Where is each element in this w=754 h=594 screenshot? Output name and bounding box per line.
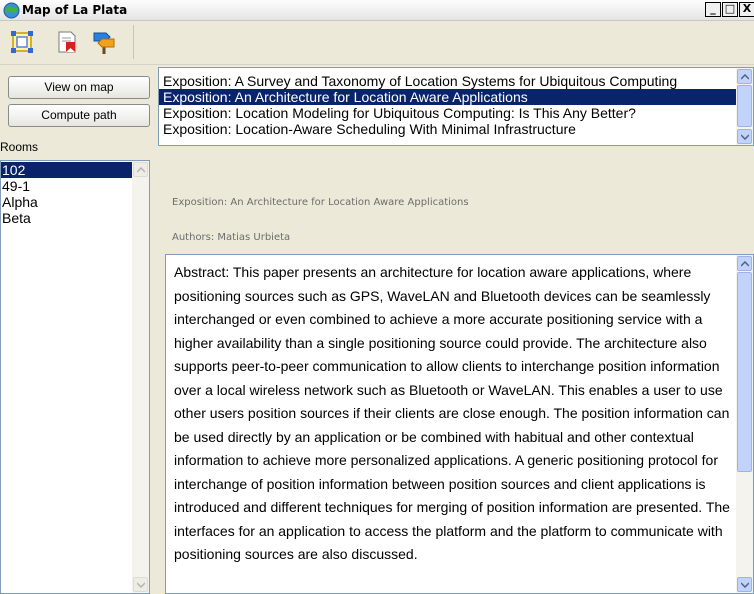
scroll-thumb[interactable] (737, 85, 752, 127)
chevron-down-icon (741, 134, 749, 140)
globe-icon (3, 2, 20, 19)
view-on-map-button[interactable]: View on map (8, 76, 150, 99)
exposition-list[interactable]: Exposition: A Survey and Taxonomy of Loc… (158, 67, 754, 146)
room-item-49-1[interactable]: 49-1 (1, 178, 133, 194)
scroll-down-button[interactable] (133, 577, 148, 592)
authors-line: Authors: Matias Urbieta (172, 232, 291, 243)
abstract-text: Abstract: This paper presents an archite… (174, 264, 730, 562)
minimize-button[interactable]: _ (705, 2, 721, 17)
scroll-down-button[interactable] (737, 577, 752, 592)
window-title: Map of La Plata (22, 3, 128, 17)
room-item-102[interactable]: 102 (1, 162, 133, 178)
chevron-down-icon (741, 582, 749, 588)
exposition-item[interactable]: Exposition: Location Modeling for Ubiqui… (159, 105, 737, 121)
chevron-down-icon (137, 582, 145, 588)
exposition-item-selected[interactable]: Exposition: An Architecture for Location… (159, 89, 737, 105)
room-item-beta[interactable]: Beta (1, 210, 133, 226)
exposition-scrollbar[interactable] (736, 68, 753, 145)
signpost-icon[interactable] (91, 29, 117, 55)
room-item-alpha[interactable]: Alpha (1, 194, 133, 210)
document-bookmark-icon[interactable] (54, 29, 80, 55)
abstract-scrollbar[interactable] (736, 255, 753, 593)
chevron-up-icon (741, 74, 749, 80)
exposition-item[interactable]: Exposition: A Survey and Taxonomy of Loc… (159, 73, 737, 89)
maximize-button[interactable]: □ (722, 2, 738, 17)
scroll-down-button[interactable] (737, 129, 752, 144)
chevron-up-icon (741, 261, 749, 267)
close-button[interactable]: X (739, 2, 754, 17)
rooms-list[interactable]: 102 49-1 Alpha Beta (0, 160, 150, 594)
exposition-title-line: Exposition: An Architecture for Location… (172, 197, 469, 208)
exposition-item[interactable]: Exposition: Location-Aware Scheduling Wi… (159, 121, 737, 137)
select-area-icon[interactable] (9, 29, 35, 55)
chevron-up-icon (137, 167, 145, 173)
toolbar (0, 21, 754, 65)
title-bar: Map of La Plata _ □ X (0, 0, 754, 21)
scroll-thumb[interactable] (737, 272, 752, 472)
scroll-up-button[interactable] (737, 69, 752, 84)
compute-path-button[interactable]: Compute path (8, 104, 150, 127)
rooms-label: Rooms (0, 140, 39, 154)
rooms-scrollbar[interactable] (132, 161, 149, 593)
toolbar-separator (133, 25, 134, 59)
scroll-up-button[interactable] (133, 162, 148, 177)
abstract-textarea[interactable]: Abstract: This paper presents an archite… (165, 254, 754, 594)
scroll-up-button[interactable] (737, 256, 752, 271)
